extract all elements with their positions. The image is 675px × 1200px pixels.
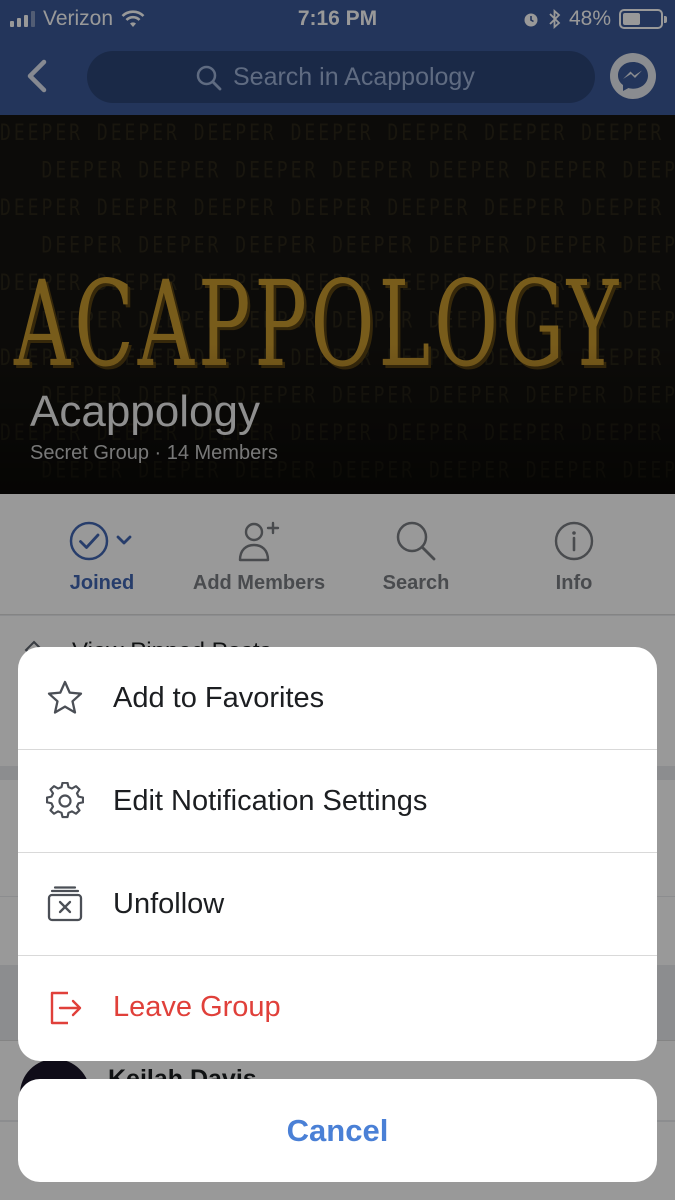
leave-group-label: Leave Group	[113, 991, 281, 1023]
unfollow-icon	[47, 886, 83, 922]
unfollow-option[interactable]: Unfollow	[18, 853, 657, 956]
gear-icon	[46, 782, 84, 819]
leave-group-option[interactable]: Leave Group	[18, 956, 657, 1059]
edit-notification-settings-option[interactable]: Edit Notification Settings	[18, 750, 657, 853]
edit-notification-settings-label: Edit Notification Settings	[113, 784, 428, 817]
star-icon	[47, 680, 83, 714]
cancel-button[interactable]: Cancel	[18, 1079, 657, 1182]
group-options-action-sheet: Add to Favorites Edit Notification Setti…	[18, 647, 657, 1061]
add-to-favorites-option[interactable]: Add to Favorites	[18, 647, 657, 750]
add-to-favorites-label: Add to Favorites	[113, 681, 325, 714]
unfollow-label: Unfollow	[113, 887, 225, 920]
leave-icon	[50, 991, 82, 1024]
